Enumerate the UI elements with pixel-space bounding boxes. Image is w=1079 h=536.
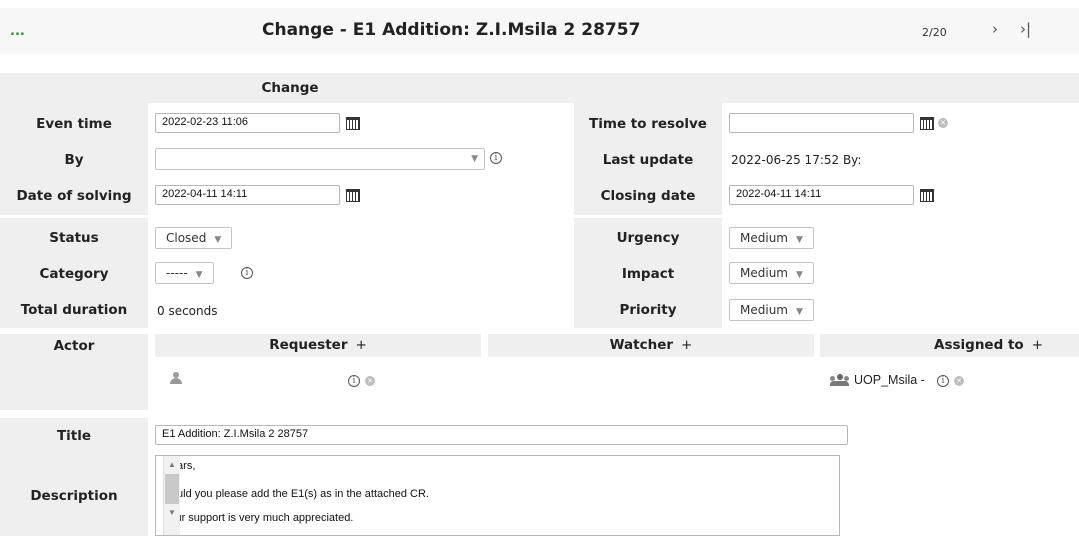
calendar-icon[interactable] xyxy=(346,189,360,202)
requester-header: Requester + xyxy=(155,334,481,357)
next-page-icon[interactable]: › xyxy=(992,20,998,38)
add-assignee-button[interactable]: + xyxy=(1032,337,1043,353)
clear-icon[interactable]: ✕ xyxy=(954,376,964,386)
page-title: Change - E1 Addition: Z.I.Msila 2 28757 xyxy=(262,20,641,40)
scroll-down-icon[interactable]: ▼ xyxy=(168,508,176,517)
last-page-icon[interactable]: ›| xyxy=(1020,20,1031,38)
status-label: Status xyxy=(49,230,99,246)
user-icon xyxy=(170,372,182,384)
menu-dots[interactable]: ... xyxy=(10,24,25,39)
info-icon[interactable]: i xyxy=(348,375,360,387)
urgency-select[interactable]: Medium ▼ xyxy=(729,227,814,249)
priority-select[interactable]: Medium ▼ xyxy=(729,299,814,321)
section-title: Change xyxy=(261,80,319,96)
watcher-header: Watcher + xyxy=(488,334,814,357)
assigned-group-name[interactable]: UOP_Msila - xyxy=(854,373,925,387)
calendar-icon[interactable] xyxy=(920,117,934,130)
urgency-label: Urgency xyxy=(616,230,680,246)
clear-icon[interactable]: ✕ xyxy=(365,376,375,386)
even-time-label: Even time xyxy=(36,116,112,132)
date-of-solving-field[interactable]: 2022-04-11 14:11 xyxy=(155,185,340,205)
even-time-field[interactable]: 2022-02-23 11:06 xyxy=(155,113,340,133)
time-to-resolve-field[interactable] xyxy=(729,113,914,133)
add-requester-button[interactable]: + xyxy=(355,337,366,353)
by-label: By xyxy=(64,152,84,168)
clear-icon[interactable]: ✕ xyxy=(938,118,948,128)
description-line: Could you please add the E1(s) as in the… xyxy=(163,488,429,500)
priority-label: Priority xyxy=(619,302,677,318)
closing-date-label: Closing date xyxy=(600,188,696,204)
actor-label: Actor xyxy=(53,338,95,354)
last-update-value: 2022-06-25 17:52 By: xyxy=(731,153,862,167)
total-duration-value: 0 seconds xyxy=(157,304,218,318)
time-to-resolve-label: Time to resolve xyxy=(589,116,707,132)
calendar-icon[interactable] xyxy=(920,189,934,202)
status-select[interactable]: Closed ▼ xyxy=(155,227,233,249)
pager-count: 2/20 xyxy=(922,26,947,39)
total-duration-label: Total duration xyxy=(20,302,128,318)
scroll-up-icon[interactable]: ▲ xyxy=(168,460,176,469)
description-textarea[interactable]: Dears, Could you please add the E1(s) as… xyxy=(155,455,840,536)
category-label: Category xyxy=(39,266,109,282)
assigned-header: Assigned to + xyxy=(820,334,1079,357)
category-select[interactable]: ----- ▼ xyxy=(155,262,214,284)
title-label: Title xyxy=(56,428,92,444)
scroll-thumb[interactable] xyxy=(165,474,179,504)
closing-date-field[interactable]: 2022-04-11 14:11 xyxy=(729,185,914,205)
info-icon[interactable]: i xyxy=(490,152,502,164)
title-field[interactable]: E1 Addition: Z.I.Msila 2 28757 xyxy=(155,425,848,445)
description-label: Description xyxy=(30,488,118,504)
group-icon xyxy=(830,374,850,386)
add-watcher-button[interactable]: + xyxy=(681,337,692,353)
description-line: Your support is very much appreciated. xyxy=(163,512,354,524)
last-update-label: Last update xyxy=(602,152,694,168)
section-bar xyxy=(0,73,1079,103)
calendar-icon[interactable] xyxy=(346,117,360,130)
by-select[interactable]: ▼ xyxy=(155,148,485,170)
info-icon[interactable]: i xyxy=(241,267,253,279)
info-icon[interactable]: i xyxy=(937,375,949,387)
impact-select[interactable]: Medium ▼ xyxy=(729,262,814,284)
impact-label: Impact xyxy=(621,266,675,282)
description-scrollbar[interactable]: ▲ ▼ xyxy=(163,456,180,535)
date-of-solving-label: Date of solving xyxy=(16,188,132,204)
